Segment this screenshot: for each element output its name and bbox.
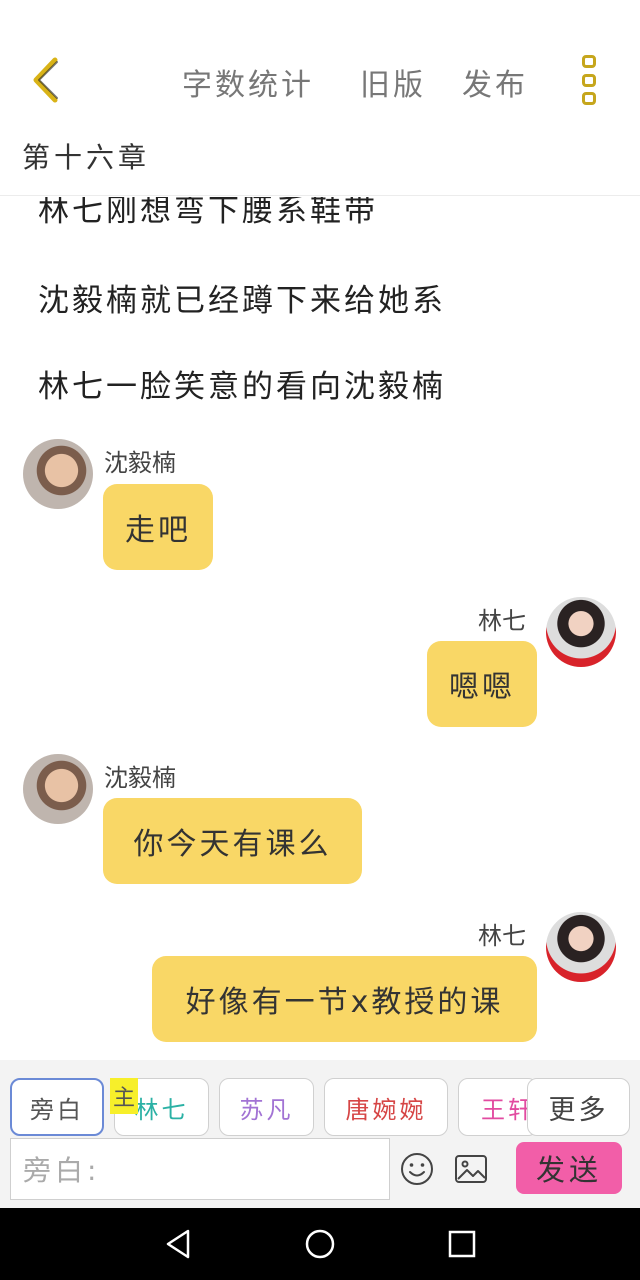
avatar[interactable] (23, 754, 93, 824)
speaker-name: 沈毅楠 (104, 764, 176, 792)
top-toolbar: 字数统计 旧版 发布 (0, 60, 640, 103)
composer-panel: 旁白 林七 苏凡 唐婉婉 王轩 更多 旁白: 发送 (0, 1060, 640, 1208)
nav-back-icon[interactable] (160, 1226, 196, 1262)
send-button[interactable]: 发送 (516, 1142, 622, 1194)
chapter-title[interactable]: 第十六章 (22, 136, 150, 176)
menu-dot (582, 55, 596, 68)
avatar[interactable] (23, 439, 93, 509)
character-chip-tang[interactable]: 唐婉婉 (324, 1078, 448, 1136)
nav-recent-icon[interactable] (444, 1226, 480, 1262)
old-version-button[interactable]: 旧版 (360, 60, 426, 104)
message-bubble[interactable]: 嗯嗯 (427, 641, 537, 727)
speaker-name: 林七 (478, 607, 526, 635)
menu-dot (582, 92, 596, 105)
message-input[interactable]: 旁白: (10, 1138, 390, 1200)
word-count-button[interactable]: 字数统计 (182, 60, 314, 104)
system-nav-bar (0, 1208, 640, 1280)
message-bubble[interactable]: 你今天有课么 (103, 798, 362, 884)
narration-line[interactable]: 林七刚想弯下腰系鞋带 (38, 197, 378, 230)
publish-button[interactable]: 发布 (462, 60, 528, 104)
message-bubble[interactable]: 好像有一节x教授的课 (152, 956, 537, 1042)
message-bubble[interactable]: 走吧 (103, 484, 213, 570)
narration-line[interactable]: 沈毅楠就已经蹲下来给她系 (38, 275, 446, 320)
speaker-name: 沈毅楠 (104, 449, 176, 477)
avatar[interactable] (546, 912, 616, 982)
header: 字数统计 旧版 发布 第十六章 (0, 0, 640, 196)
menu-dot (582, 73, 596, 87)
character-chip-narrator[interactable]: 旁白 (10, 1078, 104, 1136)
image-icon[interactable] (454, 1154, 488, 1184)
character-selector: 旁白 林七 苏凡 唐婉婉 王轩 更多 (0, 1078, 640, 1138)
main-character-badge: 主 (110, 1078, 138, 1114)
story-content[interactable]: 林七刚想弯下腰系鞋带 沈毅楠就已经蹲下来给她系 林七一脸笑意的看向沈毅楠 沈毅楠… (0, 197, 640, 1059)
nav-home-icon[interactable] (302, 1226, 338, 1262)
emoji-icon[interactable] (400, 1152, 434, 1186)
character-chip-su-fan[interactable]: 苏凡 (219, 1078, 314, 1136)
avatar[interactable] (546, 597, 616, 667)
character-chip-wang[interactable]: 王轩 (458, 1078, 538, 1136)
narration-line[interactable]: 林七一脸笑意的看向沈毅楠 (38, 361, 446, 406)
speaker-name: 林七 (478, 922, 526, 950)
more-characters-button[interactable]: 更多 (527, 1078, 630, 1136)
more-vertical-icon[interactable] (577, 55, 601, 105)
